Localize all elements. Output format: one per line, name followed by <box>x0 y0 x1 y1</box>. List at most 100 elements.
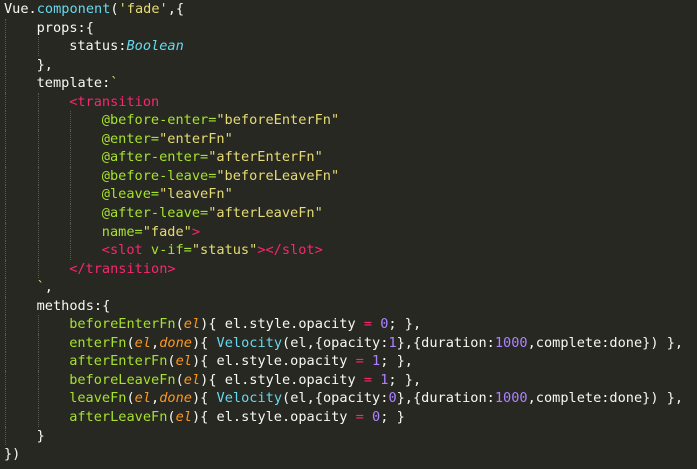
code-token: , <box>151 390 160 407</box>
code-token: 'fade' <box>118 1 168 17</box>
code-token: ( <box>175 371 184 388</box>
indent-guide <box>37 37 39 56</box>
code-token: ; }, <box>380 353 413 370</box>
indent-guide <box>5 92 6 112</box>
code-line: beforeLeaveFn(el){ el.style.opacity = 1;… <box>0 370 697 390</box>
code-token: ; }, <box>388 371 422 388</box>
code-token: 1 <box>388 334 397 351</box>
indent-guide <box>5 74 6 93</box>
code-token: </transition> <box>69 260 176 277</box>
code-token: name= <box>101 223 143 240</box>
indent-guide <box>37 111 39 130</box>
code-token: ,complete:done}) }, <box>527 390 684 407</box>
indent-guide <box>5 315 6 334</box>
code-token: "afterLeaveFn" <box>208 205 323 222</box>
code-token: methods:{ <box>36 297 111 314</box>
code-token: ){ <box>191 390 217 407</box>
code-token: @before-leave= <box>101 167 217 184</box>
code-editor[interactable]: Vue.component('fade',{props:{status:Bool… <box>0 0 697 469</box>
code-token: ( <box>110 1 119 17</box>
code-line: afterEnterFn(el){ el.style.opacity = 1; … <box>0 352 697 371</box>
indent-guide <box>37 166 39 186</box>
code-token: done <box>159 334 192 351</box>
code-token: 1000 <box>494 390 528 407</box>
code-token: @enter= <box>101 130 160 147</box>
code-token: el <box>134 390 152 407</box>
code-token: ,{ <box>167 1 185 17</box>
code-token: @before-enter= <box>101 112 217 129</box>
code-token: "afterEnterFn" <box>208 149 323 166</box>
code-token: (el,{opacity: <box>282 390 389 407</box>
indent-guide <box>5 370 6 390</box>
code-token: ; } <box>380 409 405 426</box>
indent-guide <box>5 204 6 223</box>
code-line: @before-leave="beforeLeaveFn" <box>0 166 697 186</box>
code-line: afterLeaveFn(el){ el.style.opacity = 0; … <box>0 408 697 427</box>
code-token: = <box>363 371 373 388</box>
code-line: leaveFn(el,done){ Velocity(el,{opacity:0… <box>0 389 697 409</box>
indent-guide <box>70 129 72 149</box>
indent-guide <box>5 148 6 167</box>
code-line: status:Boolean <box>0 37 697 56</box>
code-token: 0 <box>372 409 381 426</box>
code-token: }, <box>36 56 53 73</box>
code-token: 1000 <box>494 334 528 351</box>
code-token: ` <box>36 279 45 296</box>
indent-guide <box>70 241 72 260</box>
indent-guide <box>5 37 6 56</box>
code-token: , <box>44 279 53 296</box>
indent-guide <box>5 426 6 446</box>
indent-guide <box>37 408 39 427</box>
indent-guide <box>5 408 6 427</box>
code-token: leaveFn <box>69 390 127 407</box>
code-token: status: <box>69 38 127 55</box>
code-token: },{duration: <box>396 334 495 351</box>
code-line: beforeEnterFn(el){ el.style.opacity = 0;… <box>0 315 697 334</box>
indent-guide <box>70 185 72 205</box>
code-token: el <box>175 409 192 426</box>
indent-guide <box>37 129 39 149</box>
code-token: 0 <box>388 390 397 407</box>
code-token: ){ el.style.opacity <box>200 316 364 333</box>
indent-guide <box>37 370 39 390</box>
code-token: }) <box>4 446 21 463</box>
code-token: <transition <box>69 93 160 110</box>
code-token: "beforeEnterFn" <box>216 112 340 129</box>
code-token: },{duration: <box>396 390 495 407</box>
code-line: } <box>0 426 697 446</box>
code-line: `, <box>0 278 697 297</box>
code-token: "enterFn" <box>159 130 233 147</box>
indent-guide <box>70 222 72 242</box>
indent-guide <box>70 166 72 186</box>
code-line: props:{ <box>0 18 697 38</box>
code-token: component <box>36 1 111 17</box>
code-token: Velocity <box>216 334 283 351</box>
indent-guide <box>5 352 6 371</box>
code-line: name="fade"> <box>0 222 697 242</box>
indent-guide <box>37 333 39 353</box>
indent-guide <box>5 18 6 38</box>
code-line: @after-leave="afterLeaveFn" <box>0 204 697 223</box>
code-token: ){ el.style.opacity <box>191 353 356 370</box>
indent-guide <box>5 333 6 353</box>
code-line: Vue.component('fade',{ <box>0 0 697 19</box>
indent-guide <box>37 315 39 334</box>
code-token: done <box>159 390 192 407</box>
code-token: @after-leave= <box>101 205 209 222</box>
code-token: beforeEnterFn <box>69 316 176 333</box>
code-token: el <box>183 316 201 333</box>
code-token: ( <box>126 390 135 407</box>
code-line: </transition> <box>0 259 697 279</box>
code-token: afterEnterFn <box>69 353 168 370</box>
indent-guide <box>5 55 6 75</box>
code-token: @leave= <box>101 186 160 203</box>
code-token: > <box>191 223 201 240</box>
code-token: el <box>175 353 192 370</box>
code-token: el <box>134 334 152 351</box>
code-line: @before-enter="beforeEnterFn" <box>0 111 697 130</box>
indent-guide <box>70 148 72 167</box>
code-token: Velocity <box>216 390 283 407</box>
code-token: afterLeaveFn <box>69 409 168 426</box>
